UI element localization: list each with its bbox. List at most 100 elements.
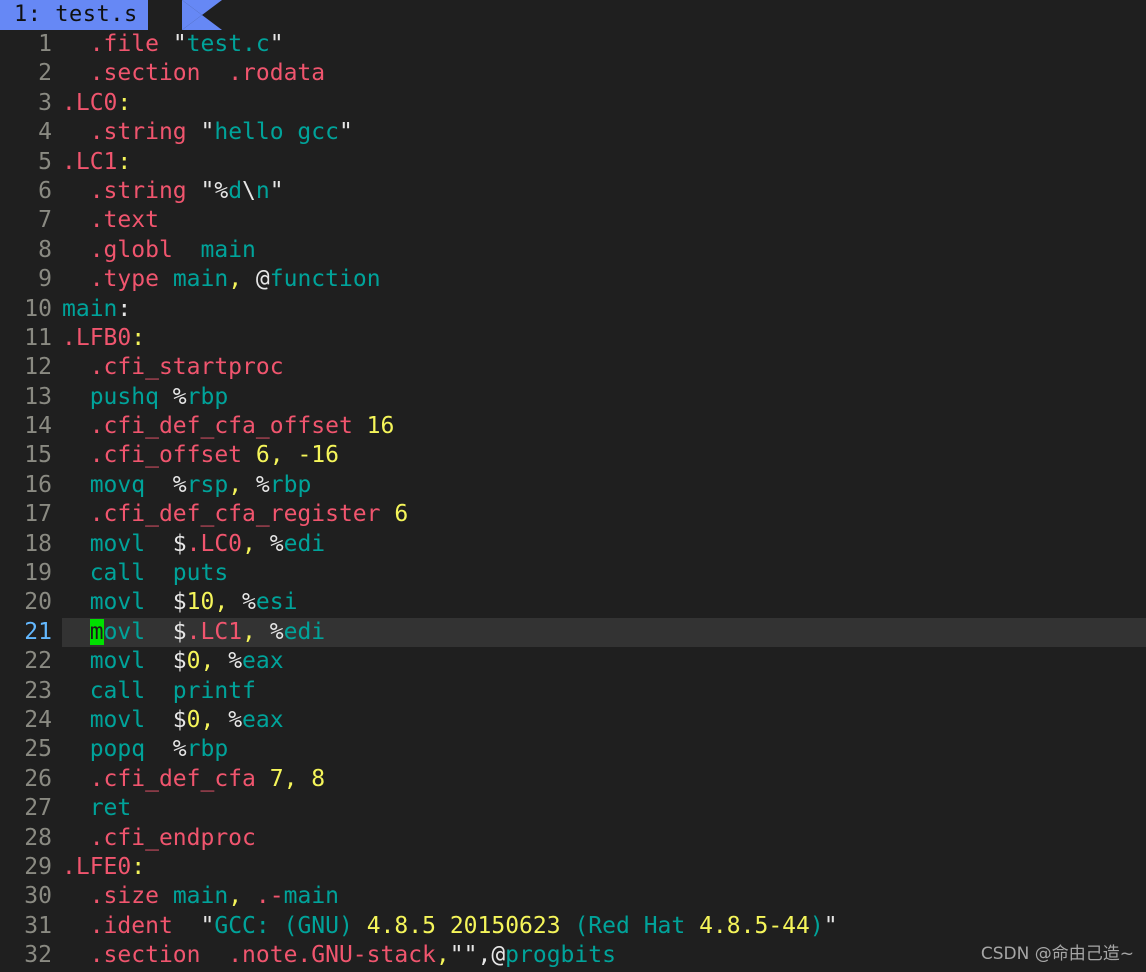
- code-token: (Red Hat: [574, 912, 700, 939]
- code-line[interactable]: 27 ret: [0, 794, 1146, 823]
- code-line[interactable]: 7 .text: [0, 206, 1146, 235]
- code-line[interactable]: 22 movl $0, %eax: [0, 647, 1146, 676]
- code-line[interactable]: 18 movl $.LC0, %edi: [0, 530, 1146, 559]
- code-line[interactable]: 3 .LC0:: [0, 89, 1146, 118]
- line-number: 3: [38, 89, 52, 116]
- code-line[interactable]: 28 .cfi_endproc: [0, 824, 1146, 853]
- code-line[interactable]: 25 popq %rbp: [0, 735, 1146, 764]
- code-line-text: .string "%d\n": [62, 177, 1146, 206]
- code-token: .LFB0: [62, 324, 132, 351]
- line-number: 20: [24, 589, 52, 616]
- code-token: %: [145, 471, 187, 498]
- code-line[interactable]: 19 call puts: [0, 559, 1146, 588]
- code-token: :: [131, 853, 146, 880]
- code-line[interactable]: 8 .globl main: [0, 236, 1146, 265]
- code-token: :: [117, 295, 132, 322]
- code-line-text: .file "test.c": [62, 30, 1146, 59]
- code-line[interactable]: 14 .cfi_def_cfa_offset 16: [0, 412, 1146, 441]
- code-token: .LC1: [186, 618, 243, 645]
- code-token: main: [200, 236, 256, 263]
- code-token: .text: [89, 207, 159, 234]
- code-token: n: [255, 177, 270, 204]
- code-token: ,: [242, 530, 256, 557]
- code-token: 0,: [186, 706, 215, 733]
- code-line[interactable]: 10 main:: [0, 295, 1146, 324]
- code-line[interactable]: 26 .cfi_def_cfa 7, 8: [0, 765, 1146, 794]
- code-line[interactable]: 17 .cfi_def_cfa_register 6: [0, 500, 1146, 529]
- code-line[interactable]: 11 .LFB0:: [0, 324, 1146, 353]
- code-line[interactable]: 29 .LFE0:: [0, 853, 1146, 882]
- code-line[interactable]: 9 .type main, @function: [0, 265, 1146, 294]
- code-line[interactable]: 15 .cfi_offset 6, -16: [0, 441, 1146, 470]
- code-line[interactable]: 30 .size main, .-main: [0, 882, 1146, 911]
- code-token: edi: [283, 530, 326, 557]
- code-line-text: main:: [62, 295, 1146, 324]
- code-line-text: .cfi_def_cfa_offset 16: [62, 412, 1146, 441]
- code-line[interactable]: 16 movq %rsp, %rbp: [0, 471, 1146, 500]
- code-token: .section: [89, 60, 201, 87]
- code-line[interactable]: 1 .file "test.c": [0, 30, 1146, 59]
- code-line-text: .cfi_def_cfa 7, 8: [62, 765, 1146, 794]
- tab-test-s[interactable]: 1: test.s: [0, 0, 148, 30]
- code-token: %: [242, 471, 270, 498]
- code-token: ,: [228, 266, 243, 293]
- code-line-text: pushq %rbp: [62, 383, 1146, 412]
- code-token: %: [145, 736, 187, 763]
- code-line-text: .LFE0:: [62, 853, 1146, 882]
- code-line[interactable]: 4 .string "hello gcc": [0, 118, 1146, 147]
- code-token: %: [255, 530, 284, 557]
- code-line-text: .cfi_def_cfa_register 6: [62, 500, 1146, 529]
- code-token: ": [338, 119, 353, 146]
- code-line[interactable]: 12 .cfi_startproc: [0, 353, 1146, 382]
- code-token: .LC0: [62, 89, 118, 116]
- tab-arrow-icon: [182, 0, 222, 30]
- code-line[interactable]: 21 movl $.LC1, %edi: [0, 617, 1146, 648]
- code-token: rbp: [186, 383, 229, 410]
- code-token: 6,: [255, 442, 284, 469]
- code-line[interactable]: 6 .string "%d\n": [0, 177, 1146, 206]
- code-line[interactable]: 13 pushq %rbp: [0, 383, 1146, 412]
- code-line[interactable]: 20 movl $10, %esi: [0, 588, 1146, 617]
- code-token: edi: [283, 618, 326, 645]
- line-number: 28: [24, 824, 52, 851]
- code-editor-area[interactable]: 1 .file "test.c" 2 .section .rodata 3 .LC0:…: [0, 30, 1146, 971]
- code-token: %: [214, 648, 243, 675]
- line-number: 14: [24, 413, 52, 440]
- code-token: GCC:: [214, 912, 284, 939]
- code-token: ,: [228, 471, 243, 498]
- code-token: main: [283, 883, 340, 910]
- code-token: .cfi_def_cfa_register: [89, 501, 381, 528]
- code-line[interactable]: 24 movl $0, %eax: [0, 706, 1146, 735]
- code-line-text: .string "hello gcc": [62, 118, 1146, 147]
- code-line-text: .ident "GCC: (GNU) 4.8.5 20150623 (Red H…: [62, 912, 1146, 941]
- code-line-text: movl $.LC1, %edi: [62, 618, 1146, 647]
- code-line[interactable]: 32 .section .note.GNU-stack,"",@progbits: [0, 941, 1146, 970]
- code-token: esi: [255, 589, 298, 616]
- code-line[interactable]: 31 .ident "GCC: (GNU) 4.8.5 20150623 (Re…: [0, 912, 1146, 941]
- code-token: .cfi_endproc: [89, 824, 256, 851]
- code-line[interactable]: 23 call printf: [0, 677, 1146, 706]
- code-token: main: [62, 295, 118, 322]
- code-token: popq: [89, 736, 146, 763]
- code-token: 20150623: [449, 912, 561, 939]
- code-line-text: .section .rodata: [62, 59, 1146, 88]
- code-line[interactable]: 5 .LC1:: [0, 148, 1146, 177]
- code-line-text: .LFB0:: [62, 324, 1146, 353]
- code-token: .LC1: [62, 148, 118, 175]
- code-token: ovl: [103, 618, 146, 645]
- code-line[interactable]: 2 .section .rodata: [0, 59, 1146, 88]
